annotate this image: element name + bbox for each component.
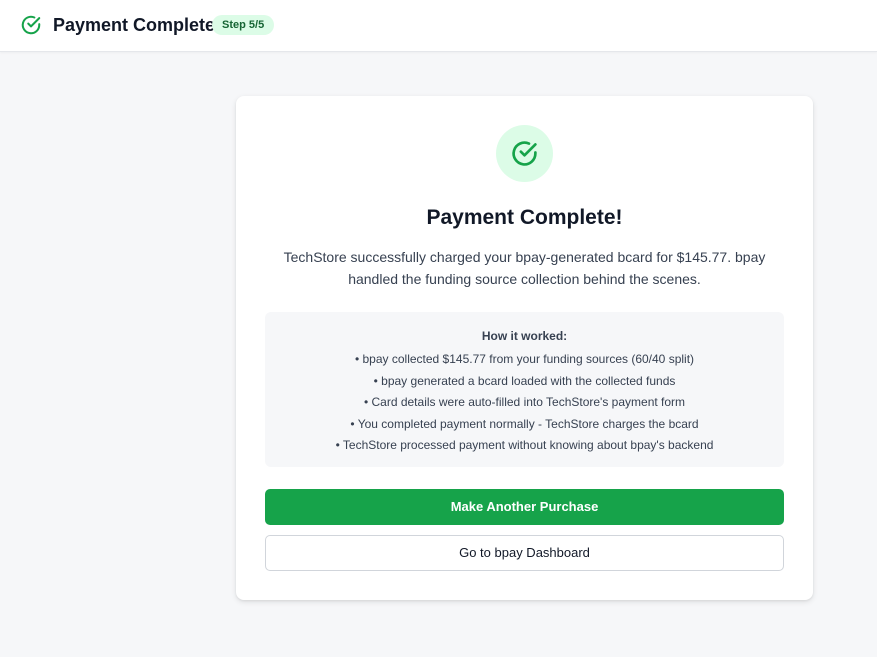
how-it-worked-item: • Card details were auto-filled into Tec… <box>363 395 686 410</box>
how-it-worked-item: • bpay generated a bcard loaded with the… <box>373 373 676 388</box>
check-circle-icon <box>21 15 41 35</box>
top-bar: Payment Complete Step 5/5 <box>0 0 877 52</box>
make-another-purchase-button[interactable]: Make Another Purchase <box>265 489 784 525</box>
how-it-worked-item: • TechStore processed payment without kn… <box>335 438 714 453</box>
success-heading: Payment Complete! <box>426 206 623 229</box>
success-description: TechStore successfully charged your bpay… <box>283 249 766 287</box>
page-title: Payment Complete <box>53 15 216 35</box>
how-it-worked-item: • You completed payment normally - TechS… <box>350 416 699 431</box>
success-badge <box>496 125 553 182</box>
how-it-worked-box: How it worked: • bpay collected $145.77 … <box>265 312 784 467</box>
check-circle-icon <box>512 141 537 166</box>
payment-complete-card: Payment Complete! TechStore successfully… <box>236 96 813 600</box>
how-it-worked-title: How it worked: <box>481 329 568 343</box>
how-it-worked-item: • bpay collected $145.77 from your fundi… <box>354 352 695 366</box>
go-to-dashboard-button[interactable]: Go to bpay Dashboard <box>265 535 784 571</box>
step-badge: Step 5/5 <box>212 15 275 35</box>
